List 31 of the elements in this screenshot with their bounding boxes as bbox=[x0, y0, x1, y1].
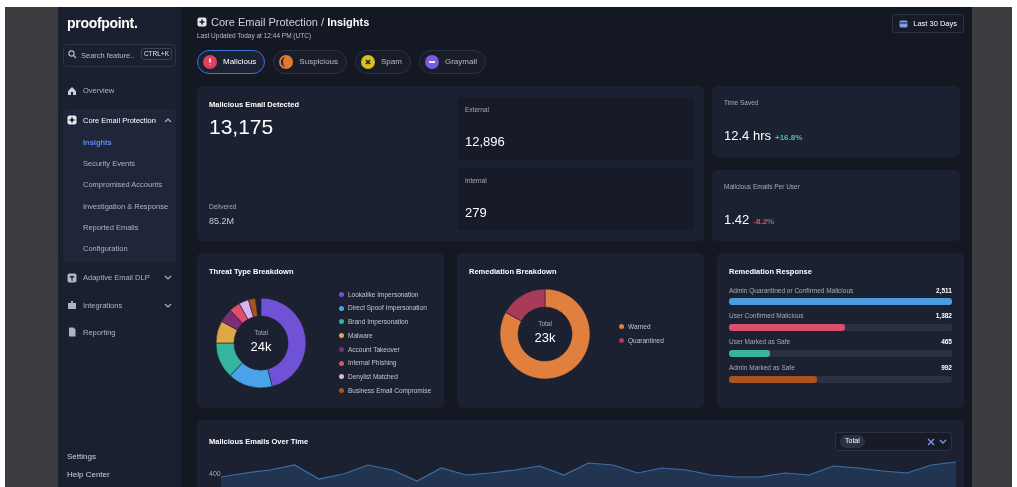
category-tab[interactable]: Malicious bbox=[197, 50, 266, 75]
metric-value: 12,896 bbox=[465, 133, 506, 152]
home-icon bbox=[67, 85, 77, 96]
clear-icon bbox=[927, 437, 935, 446]
breadcrumb: Core Email Protection / Insights bbox=[211, 15, 370, 30]
total-value: 24k bbox=[250, 338, 272, 357]
chevron-up-icon bbox=[164, 116, 172, 124]
metric-value: 85.2M bbox=[209, 214, 235, 228]
metric-value: 279 bbox=[465, 203, 488, 222]
plus-box-icon bbox=[197, 17, 207, 28]
chevron-down-icon bbox=[164, 274, 172, 282]
metric-value: 1.42 bbox=[724, 210, 750, 229]
filter-icon bbox=[67, 272, 77, 283]
chevron-down-icon bbox=[939, 438, 947, 445]
metric-value: 12.4 hrs bbox=[724, 126, 771, 145]
footer-link[interactable]: Help Center bbox=[67, 469, 172, 481]
footer-link[interactable]: Settings bbox=[67, 451, 172, 463]
calendar-icon bbox=[899, 19, 909, 29]
trend-change: -8.2% bbox=[753, 215, 775, 228]
plus-box-icon bbox=[67, 115, 77, 126]
brand-logo: proofpoint. bbox=[66, 14, 139, 33]
category-tab[interactable]: Spam bbox=[355, 50, 411, 75]
metric-value: 13,175 bbox=[209, 113, 275, 140]
category-tab[interactable]: Suspicious bbox=[273, 50, 348, 75]
document-icon bbox=[67, 327, 77, 338]
trend-change: +16.8% bbox=[775, 131, 803, 144]
category-tab[interactable]: Graymail bbox=[418, 50, 486, 75]
chevron-down-icon bbox=[164, 301, 172, 309]
search-icon bbox=[68, 50, 77, 59]
puzzle-icon bbox=[67, 300, 77, 311]
total-value: 23k bbox=[534, 329, 556, 348]
